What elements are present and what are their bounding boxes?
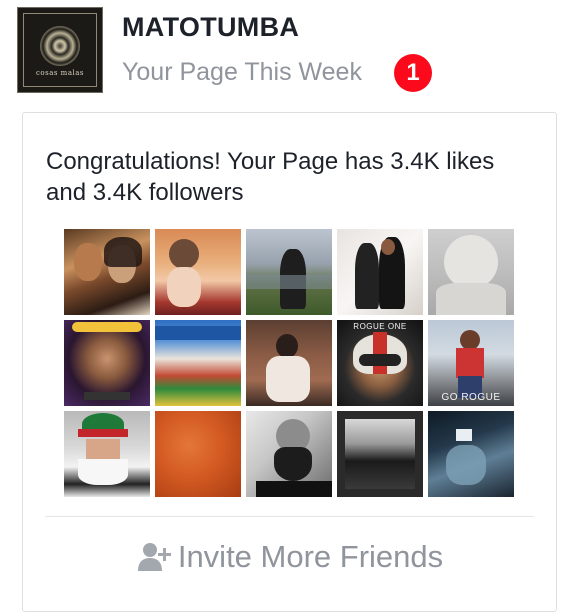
page-header: cosas malas MATOTUMBA Your Page This Wee… (0, 0, 565, 112)
card-divider (45, 516, 534, 517)
add-friend-icon (137, 542, 171, 571)
photo-tile[interactable] (246, 229, 332, 315)
page-logo[interactable]: cosas malas (17, 7, 103, 93)
photo-tile[interactable] (155, 229, 241, 315)
invite-more-friends-button[interactable]: Invite More Friends (23, 537, 556, 577)
photo-tile[interactable] (64, 411, 150, 497)
weekly-summary-card: Congratulations! Your Page has 3.4K like… (22, 112, 557, 612)
photo-tile[interactable] (428, 411, 514, 497)
notification-badge: 1 (394, 54, 432, 92)
photo-tile[interactable] (337, 229, 423, 315)
photo-tile[interactable]: GO ROGUE (428, 320, 514, 406)
photo-tile[interactable] (428, 229, 514, 315)
photo-tile[interactable] (64, 229, 150, 315)
photo-tile[interactable] (155, 320, 241, 406)
photo-tile[interactable] (64, 320, 150, 406)
page-name[interactable]: MATOTUMBA (122, 12, 299, 43)
page-subtitle: Your Page This Week (122, 58, 362, 86)
logo-text: cosas malas (35, 69, 85, 77)
photo-tile[interactable] (155, 411, 241, 497)
logo-seal-emblem (40, 26, 80, 66)
congratulations-message: Congratulations! Your Page has 3.4K like… (46, 148, 495, 206)
photo-caption-rogue-one: ROGUE ONE (353, 322, 407, 331)
photo-caption-go-rogue: GO ROGUE (441, 392, 501, 403)
photo-tile[interactable] (337, 411, 423, 497)
friends-photo-grid: ROGUE ONE GO ROGUE (64, 229, 516, 499)
photo-tile[interactable] (246, 320, 332, 406)
photo-tile[interactable]: ROGUE ONE (337, 320, 423, 406)
invite-label: Invite More Friends (177, 539, 444, 574)
photo-tile[interactable] (246, 411, 332, 497)
